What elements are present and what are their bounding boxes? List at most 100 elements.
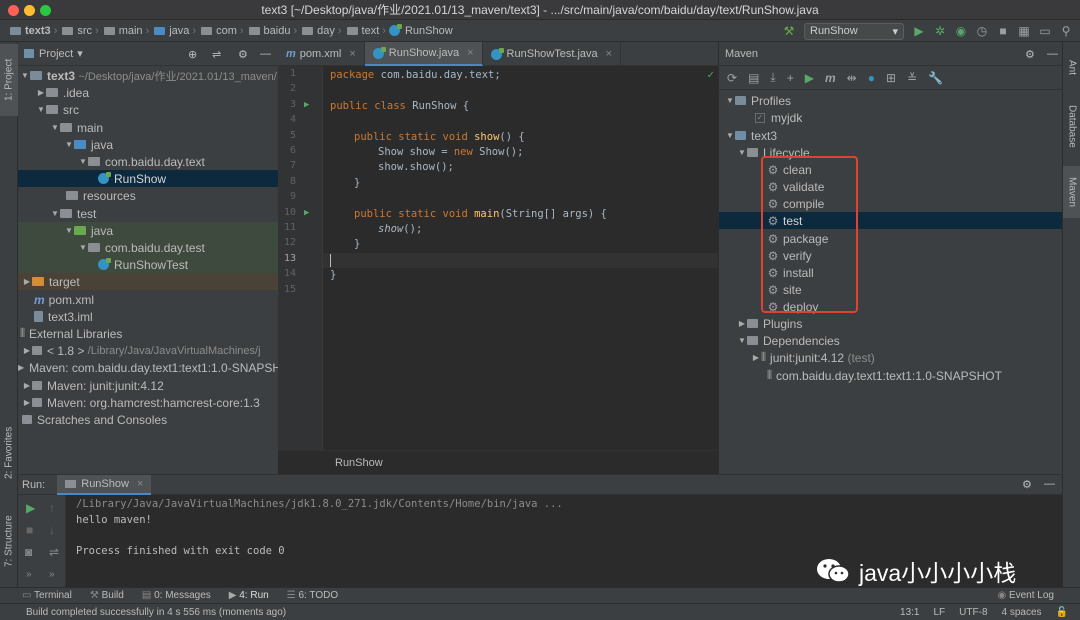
tree-item-runshowtest[interactable]: RunShowTest xyxy=(18,256,278,273)
tree-item-maven-hamcrest[interactable]: ▶ Maven: org.hamcrest:hamcrest-core:1.3 xyxy=(18,394,278,411)
run-configuration-select[interactable]: RunShow ▾ xyxy=(804,22,904,40)
download-icon[interactable]: ⤓ xyxy=(770,70,775,85)
chevron-down-icon[interactable]: ▾ xyxy=(77,47,83,60)
close-icon[interactable]: × xyxy=(467,47,473,59)
generate-sources-icon[interactable]: ▤ xyxy=(748,71,759,85)
maven-profiles[interactable]: ▼ Profiles xyxy=(719,92,1062,109)
lifecycle-compile[interactable]: ⚙ compile xyxy=(719,195,1062,212)
debug-icon[interactable]: ✲ xyxy=(934,24,946,38)
tab-runshow-java[interactable]: RunShow.java × xyxy=(364,42,483,66)
close-window-button[interactable] xyxy=(8,5,19,16)
run-tab-runshow[interactable]: RunShow × xyxy=(57,474,152,495)
wrench-icon[interactable]: 🔧 xyxy=(928,71,943,85)
breadcrumb-text3[interactable]: text3 xyxy=(8,25,51,37)
close-icon[interactable]: × xyxy=(606,48,612,60)
gear-icon[interactable]: ⚙ xyxy=(238,48,248,61)
gear-icon[interactable]: ⚙ xyxy=(1025,48,1035,61)
tree-item-package-text[interactable]: ▼ com.baidu.day.text xyxy=(18,153,278,170)
camera-icon[interactable]: ◙ xyxy=(25,545,32,559)
soft-wrap-icon[interactable]: ⇌ xyxy=(49,545,59,559)
tree-item-idea[interactable]: ▶ .idea xyxy=(18,84,278,101)
lifecycle-site[interactable]: ⚙ site xyxy=(719,281,1062,298)
profile-icon[interactable]: ◷ xyxy=(976,24,988,38)
reload-icon[interactable]: ⟳ xyxy=(727,71,737,85)
toggle-offline-icon[interactable]: ⇹ xyxy=(847,71,857,85)
maven-tool-tab[interactable]: Maven xyxy=(1063,166,1080,218)
breadcrumb-com[interactable]: com xyxy=(199,25,237,37)
tree-item-test[interactable]: ▼ test xyxy=(18,205,278,222)
tool-run[interactable]: ▶ 4: Run xyxy=(229,590,269,601)
tree-item-maven-text1[interactable]: ▶ Maven: com.baidu.day.text1:text1:1.0-SN… xyxy=(18,359,278,376)
show-dependencies-icon[interactable]: ⊞ xyxy=(886,71,896,85)
tab-pom-xml[interactable]: m pom.xml × xyxy=(278,42,365,66)
maven-project-text3[interactable]: ▼ text3 xyxy=(719,127,1062,144)
caret-position[interactable]: 13:1 xyxy=(900,607,919,618)
add-icon[interactable]: + xyxy=(787,71,794,85)
window-layout-icon[interactable]: ▭ xyxy=(1039,24,1051,38)
hide-icon[interactable]: — xyxy=(1044,478,1055,490)
close-icon[interactable]: × xyxy=(349,48,355,60)
collapse-icon[interactable]: ⇌ xyxy=(212,48,221,61)
maven-profile-myjdk[interactable]: ✓ myjdk xyxy=(719,109,1062,126)
tree-item-src[interactable]: ▼ src xyxy=(18,101,278,118)
lifecycle-test[interactable]: ⚙ test xyxy=(719,212,1062,229)
tree-item-pom[interactable]: m pom.xml xyxy=(18,291,278,308)
run-icon[interactable]: ▶ xyxy=(913,24,925,38)
tree-item-external-libraries[interactable]: ⫴ External Libraries xyxy=(18,325,278,342)
close-icon[interactable]: × xyxy=(137,478,143,490)
lifecycle-install[interactable]: ⚙ install xyxy=(719,264,1062,281)
ant-tool-tab[interactable]: Ant xyxy=(1063,48,1080,88)
zoom-window-button[interactable] xyxy=(40,5,51,16)
hide-icon[interactable]: — xyxy=(1047,48,1058,60)
structure-tool-tab[interactable]: 7: Structure xyxy=(0,506,18,576)
coverage-icon[interactable]: ◉ xyxy=(955,24,967,38)
project-tool-tab[interactable]: 1: Project xyxy=(0,44,18,116)
maven-plugins[interactable]: ▶ Plugins xyxy=(719,315,1062,332)
rerun-icon[interactable]: ▶ xyxy=(26,501,35,515)
tree-item-iml[interactable]: text3.iml xyxy=(18,308,278,325)
stop-icon[interactable]: ■ xyxy=(26,523,33,537)
file-encoding[interactable]: UTF-8 xyxy=(959,607,987,618)
breadcrumb-day[interactable]: day xyxy=(300,25,335,37)
tree-item-jdk[interactable]: ▶ < 1.8 > /Library/Java/JavaVirtualMachin… xyxy=(18,342,278,359)
dependency-junit[interactable]: ▶ ⫴ junit:junit:4.12 (test) xyxy=(719,349,1062,366)
tab-runshowtest-java[interactable]: RunShowTest.java × xyxy=(483,42,622,66)
code-editor[interactable]: ✓ package com.baidu.day.text; public cla… xyxy=(323,66,718,450)
locate-icon[interactable]: ⊕ xyxy=(188,48,197,61)
tree-item-main[interactable]: ▼ main xyxy=(18,119,278,136)
gear-icon[interactable]: ⚙ xyxy=(1022,478,1032,491)
scroll-down-icon[interactable]: ↓ xyxy=(49,523,55,537)
lifecycle-validate[interactable]: ⚙ validate xyxy=(719,178,1062,195)
lock-icon[interactable]: 🔓 xyxy=(1056,607,1068,618)
maven-dependencies[interactable]: ▼ Dependencies xyxy=(719,332,1062,349)
more-icon[interactable]: » xyxy=(26,569,32,580)
breadcrumb-main[interactable]: main xyxy=(102,25,143,37)
tree-item-runshow[interactable]: RunShow xyxy=(18,170,278,187)
tree-item-scratches[interactable]: Scratches and Consoles xyxy=(18,411,278,428)
breadcrumb-src[interactable]: src xyxy=(60,25,92,37)
dependency-text1[interactable]: ⫴ com.baidu.day.text1:text1:1.0-SNAPSHOT xyxy=(719,367,1062,384)
hammer-icon[interactable]: ⚒ xyxy=(783,24,795,38)
breadcrumb-text[interactable]: text xyxy=(345,25,379,37)
more-icon[interactable]: » xyxy=(49,569,55,580)
favorites-tool-tab[interactable]: 2: Favorites xyxy=(0,418,18,488)
checkbox[interactable]: ✓ xyxy=(755,112,765,123)
tree-item-test-java[interactable]: ▼ java xyxy=(18,222,278,239)
scroll-up-icon[interactable]: ↑ xyxy=(49,501,55,515)
tree-item-package-test[interactable]: ▼ com.baidu.day.test xyxy=(18,239,278,256)
lifecycle-verify[interactable]: ⚙ verify xyxy=(719,247,1062,264)
tree-item-resources[interactable]: resources xyxy=(18,187,278,204)
skip-tests-icon[interactable]: ● xyxy=(868,71,875,85)
run-gutter-icon[interactable]: ▶ xyxy=(304,208,309,218)
tool-terminal[interactable]: ▭ Terminal xyxy=(22,590,72,601)
tree-item-text3[interactable]: ▼ text3 ~/Desktop/java/作业/2021.01/13_mave… xyxy=(18,67,278,84)
breadcrumb-baidu[interactable]: baidu xyxy=(247,25,290,37)
breadcrumb-java[interactable]: java xyxy=(152,25,189,37)
tree-item-main-java[interactable]: ▼ java xyxy=(18,136,278,153)
database-tool-tab[interactable]: Database xyxy=(1063,94,1080,158)
tree-item-target[interactable]: ▶ target xyxy=(18,273,278,290)
tool-build[interactable]: ⚒ Build xyxy=(90,590,124,601)
breadcrumb-runshow[interactable]: RunShow xyxy=(388,24,453,37)
search-icon[interactable]: ⚲ xyxy=(1060,24,1072,38)
lifecycle-deploy[interactable]: ⚙ deploy xyxy=(719,298,1062,315)
